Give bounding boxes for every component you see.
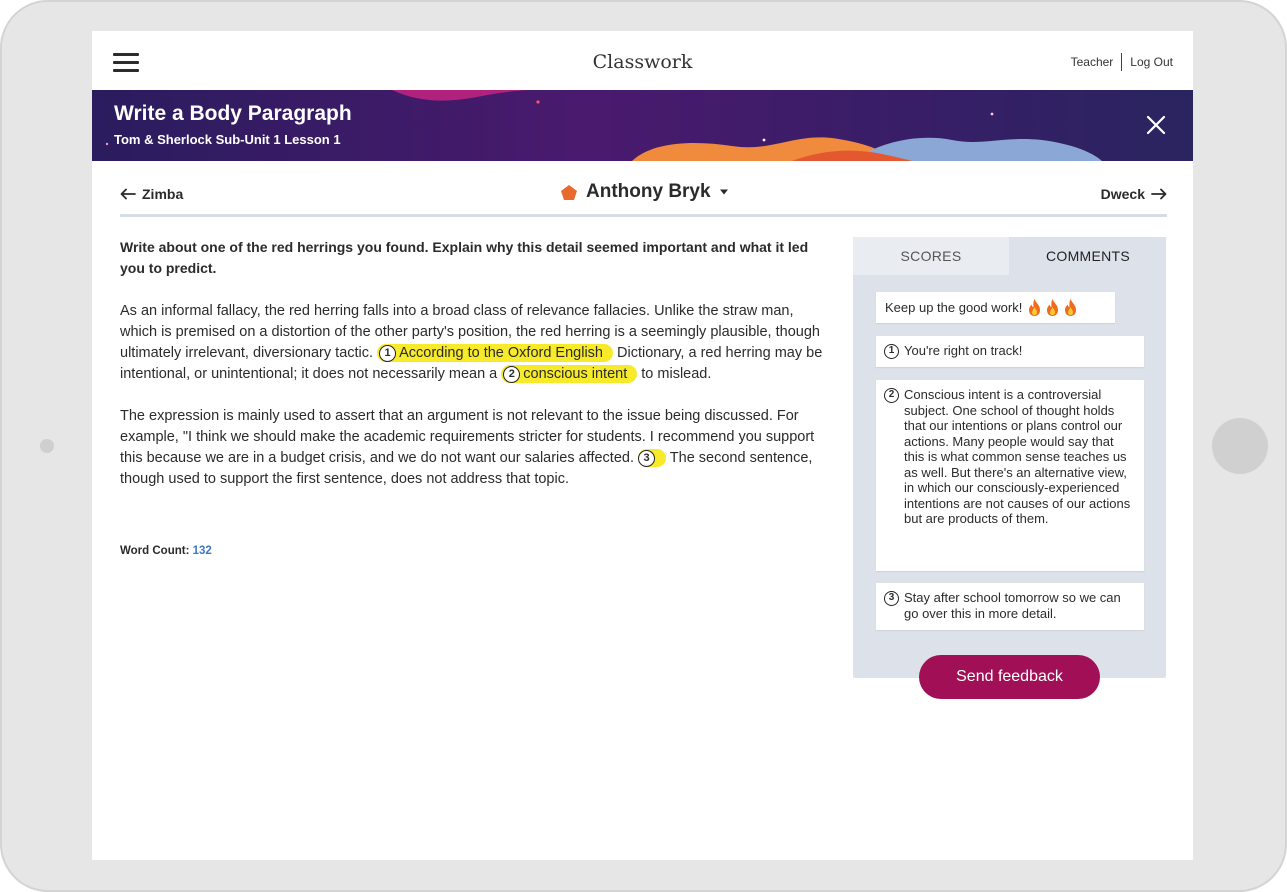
- top-bar: Classwork Teacher Log Out: [92, 31, 1193, 91]
- fire-icon: [1047, 299, 1059, 316]
- feedback-tabs: SCORES COMMENTS: [853, 237, 1166, 275]
- app-title: Classwork: [592, 51, 693, 73]
- highlighted-text: According to the Oxford English: [399, 345, 603, 361]
- account-links: Teacher Log Out: [1071, 53, 1173, 71]
- app-screen: Classwork Teacher Log Out Write a Body P…: [92, 31, 1193, 860]
- word-count-value: 132: [192, 545, 212, 557]
- previous-student-link[interactable]: Zimba: [120, 186, 183, 202]
- comment-number: 3: [884, 591, 899, 606]
- highlight-annotation[interactable]: 2 conscious intent: [501, 365, 638, 383]
- comment-text: Stay after school tomorrow so we can go …: [904, 590, 1121, 621]
- feedback-panel: SCORES COMMENTS Keep up the good work! 1…: [853, 237, 1166, 678]
- highlight-annotation[interactable]: 1 According to the Oxford English: [377, 344, 613, 362]
- annotation-comment[interactable]: 2 Conscious intent is a controversial su…: [876, 380, 1144, 571]
- annotation-number: 1: [379, 345, 397, 362]
- next-student-link[interactable]: Dweck: [1101, 186, 1167, 202]
- comment-number: 1: [884, 344, 899, 359]
- tablet-frame: Classwork Teacher Log Out Write a Body P…: [0, 0, 1287, 892]
- tab-scores[interactable]: SCORES: [853, 237, 1009, 275]
- lesson-banner: Write a Body Paragraph Tom & Sherlock Su…: [92, 90, 1193, 161]
- word-count: Word Count: 132: [120, 545, 212, 557]
- essay-text: to mislead.: [637, 366, 712, 382]
- next-student-name: Dweck: [1100, 186, 1145, 202]
- arrow-left-icon: [120, 188, 136, 200]
- comment-text: You're right on track!: [904, 343, 1023, 358]
- pentagon-icon: [561, 184, 577, 200]
- student-essay: As an informal fallacy, the red herring …: [120, 301, 832, 511]
- camera-dot: [40, 439, 54, 453]
- annotation-comment[interactable]: 3 Stay after school tomorrow so we can g…: [876, 583, 1144, 630]
- comment-text: Conscious intent is a controversial subj…: [904, 387, 1131, 526]
- lesson-title: Write a Body Paragraph: [114, 102, 352, 125]
- send-feedback-button[interactable]: Send feedback: [919, 655, 1100, 699]
- close-icon[interactable]: [1143, 112, 1169, 138]
- arrow-right-icon: [1151, 188, 1167, 200]
- divider: [120, 214, 1167, 217]
- highlighted-text: conscious intent: [523, 366, 628, 382]
- general-comment-text: Keep up the good work!: [885, 299, 1023, 315]
- hamburger-icon[interactable]: [113, 53, 139, 73]
- annotation-comment[interactable]: 1 You're right on track!: [876, 336, 1144, 367]
- comment-number: 2: [884, 388, 899, 403]
- student-selector[interactable]: Anthony Bryk: [560, 181, 729, 203]
- word-count-label: Word Count:: [120, 545, 190, 557]
- tab-comments[interactable]: COMMENTS: [1010, 237, 1166, 275]
- fire-icon: [1065, 299, 1077, 316]
- logout-link[interactable]: Log Out: [1130, 55, 1173, 69]
- highlight-annotation[interactable]: 3: [638, 449, 667, 467]
- home-button: [1212, 418, 1268, 474]
- fire-icon: [1029, 299, 1041, 316]
- annotation-number: 2: [503, 366, 521, 383]
- lesson-subtitle: Tom & Sherlock Sub-Unit 1 Lesson 1: [114, 132, 341, 147]
- assignment-prompt: Write about one of the red herrings you …: [120, 239, 809, 276]
- fire-emoji-group: [1026, 298, 1079, 317]
- caret-down-icon: [719, 189, 728, 195]
- teacher-link[interactable]: Teacher: [1071, 55, 1114, 69]
- previous-student-name: Zimba: [142, 186, 184, 202]
- essay-paragraph: As an informal fallacy, the red herring …: [120, 301, 832, 385]
- current-student-name: Anthony Bryk: [586, 181, 711, 202]
- general-comment[interactable]: Keep up the good work!: [876, 292, 1115, 323]
- annotation-number: 3: [638, 450, 656, 467]
- essay-paragraph: The expression is mainly used to assert …: [120, 406, 832, 490]
- divider: [1121, 53, 1123, 71]
